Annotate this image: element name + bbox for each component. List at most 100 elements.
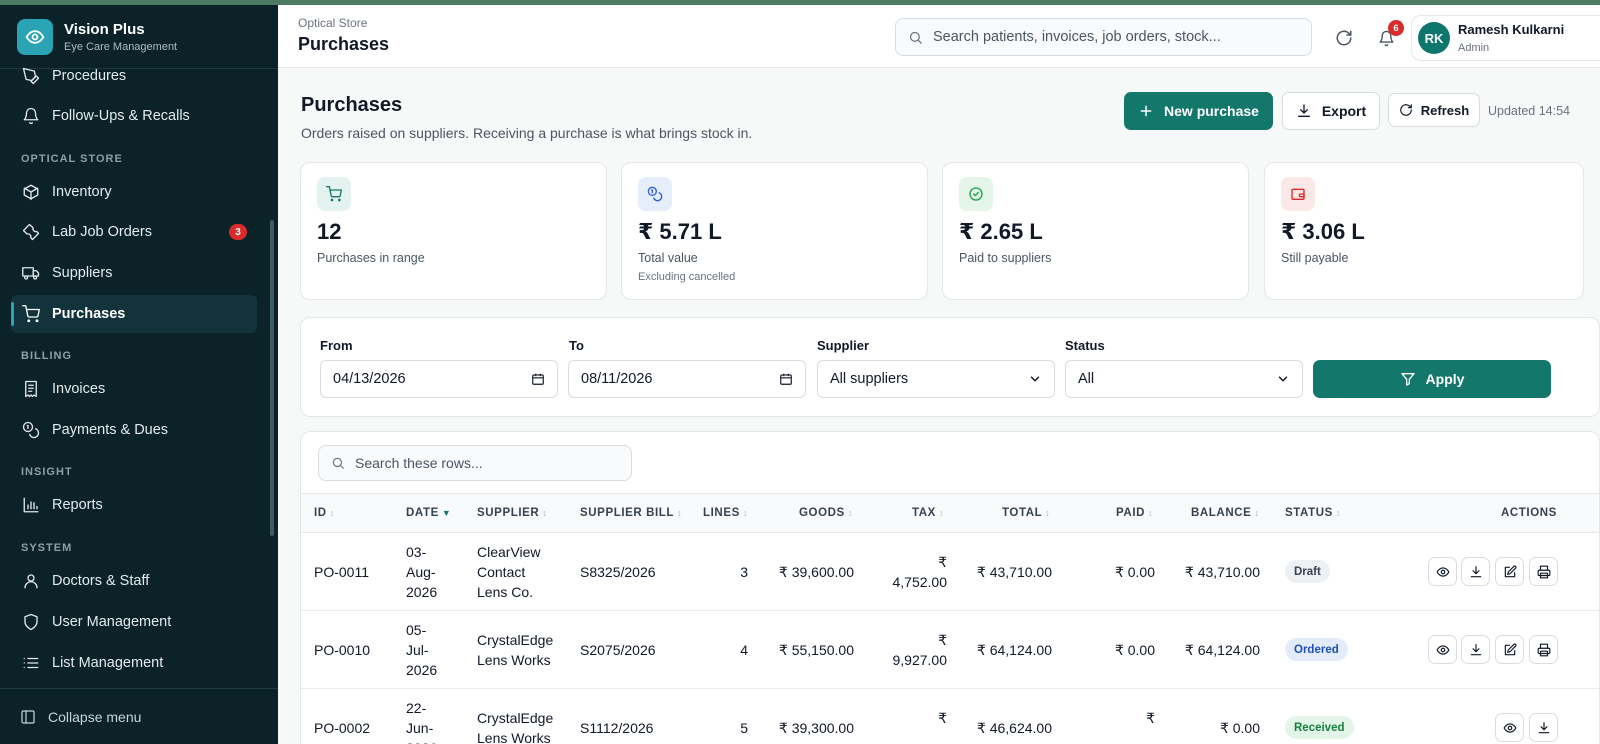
cell-lines: 5 [740, 720, 748, 736]
refresh-label: Refresh [1420, 102, 1470, 118]
col-header-lines[interactable]: LINES ↕ [703, 507, 748, 519]
sidebar-item-label: User Management [52, 614, 172, 630]
eye-icon [1436, 644, 1449, 655]
pen-tool-icon [22, 67, 40, 85]
col-header-paid[interactable]: PAID ↕ [1116, 507, 1153, 519]
download-button[interactable] [1461, 557, 1490, 586]
col-header-goods[interactable]: GOODS ↕ [799, 507, 853, 519]
cell-date: 05- Jul- 2026 [406, 622, 438, 678]
status-select[interactable]: All [1065, 360, 1303, 398]
user-name: Ramesh Kulkarni [1458, 22, 1565, 37]
view-button[interactable] [1428, 635, 1457, 664]
sidebar-item-label: Reports [52, 497, 103, 513]
chevron-down-icon [1278, 376, 1288, 382]
cell-supplier: CrystalEdge Lens Works [477, 710, 554, 744]
search-icon [332, 457, 344, 469]
bar-chart-icon [23, 497, 39, 513]
col-header-supplier-bill[interactable]: SUPPLIER BILL ↕ [580, 507, 682, 519]
edit-button[interactable] [1495, 557, 1524, 586]
download-button[interactable] [1461, 635, 1490, 664]
view-button[interactable] [1428, 557, 1457, 586]
table-search-input[interactable] [355, 455, 625, 471]
apply-label: Apply [1425, 371, 1465, 387]
table-search[interactable] [318, 445, 632, 481]
eye-logo-icon [17, 18, 53, 55]
print-button[interactable] [1529, 557, 1558, 586]
col-header-date[interactable]: DATE ▼ [406, 507, 451, 519]
print-button[interactable] [1529, 635, 1558, 664]
sidebar-item-label: Payments & Dues [52, 422, 169, 438]
view-button[interactable] [1495, 713, 1524, 742]
to-date-input[interactable]: 08/11/2026 [568, 360, 806, 398]
sidebar-item-doctors-staff[interactable]: Doctors & Staff [11, 562, 257, 600]
sidebar-toggle-icon [21, 709, 35, 724]
sidebar-item-suppliers[interactable]: Suppliers [11, 254, 257, 292]
sidebar-scrollbar[interactable] [270, 220, 274, 536]
stat-value: 12 [317, 219, 342, 244]
sidebar-item-lab-job-orders[interactable]: Lab Job Orders 3 [11, 213, 257, 251]
stat-label: Still payable [1281, 251, 1349, 265]
sidebar-item-label: Purchases [52, 306, 126, 322]
col-header-id[interactable]: ID ↕ [314, 507, 335, 519]
page-subtitle: Orders raised on suppliers. Receiving a … [301, 125, 753, 141]
cell-goods: ₹ 39,300.00 [778, 720, 854, 736]
user-menu[interactable]: RK Ramesh Kulkarni Admin [1411, 15, 1600, 61]
sidebar-item-purchases[interactable]: Purchases [11, 295, 257, 333]
filter-icon [1400, 373, 1415, 386]
supplier-select-value: All suppliers [830, 371, 909, 387]
stat-card-total-value: ₹ 5.71 L Total value Excluding cancelled [621, 162, 928, 300]
truck-icon [22, 267, 40, 280]
eye-icon [1436, 566, 1449, 577]
cell-balance: ₹ 64,124.00 [1184, 642, 1260, 658]
notifications-button[interactable]: 6 [1374, 20, 1404, 50]
check-circle-icon [959, 177, 993, 211]
stat-value: ₹ 5.71 L [638, 219, 722, 244]
sidebar-item-procedures[interactable]: Procedures [11, 57, 257, 95]
sidebar-item-follow-ups[interactable]: Follow-Ups & Recalls [11, 97, 257, 135]
sidebar-item-user-management[interactable]: User Management [11, 603, 257, 641]
col-header-supplier[interactable]: SUPPLIER ↕ [477, 507, 547, 519]
col-header-total[interactable]: TOTAL ↕ [1002, 507, 1050, 519]
col-header-balance[interactable]: BALANCE ↕ [1191, 507, 1260, 519]
edit-button[interactable] [1495, 635, 1524, 664]
download-button[interactable] [1529, 713, 1558, 742]
lab-orders-count-badge: 3 [229, 224, 247, 240]
export-button[interactable]: Export [1282, 92, 1380, 130]
apply-filters-button[interactable]: Apply [1313, 360, 1551, 398]
notification-count-badge: 6 [1388, 20, 1404, 36]
sidebar-item-payments-dues[interactable]: Payments & Dues [11, 411, 257, 449]
new-purchase-button[interactable]: New purchase [1124, 92, 1273, 130]
stat-label: Total value [638, 251, 698, 265]
cell-total: ₹ 43,710.00 [976, 564, 1052, 580]
sidebar-item-inventory[interactable]: Inventory [11, 173, 257, 211]
receipt-icon [25, 380, 37, 398]
purchases-table-card: ID↕ DATE▼ SUPPLIER↕ SUPPLIER BILL↕ LINES… [300, 431, 1600, 744]
table-row[interactable]: PO-0010 05- Jul- 2026 CrystalEdge Lens Work… [301, 611, 1599, 689]
status-label: Status [1065, 338, 1105, 353]
cell-goods: ₹ 55,150.00 [778, 642, 854, 658]
sidebar-item-label: Inventory [52, 184, 112, 200]
global-search[interactable] [895, 18, 1312, 56]
filters-panel: From 04/13/2026 To 08/11/2026 Supplier A… [300, 317, 1600, 417]
table-row[interactable]: PO-0002 22-Jun-2026 CrystalEdgeLens Work… [301, 689, 1599, 744]
sidebar-item-invoices[interactable]: Invoices [11, 370, 257, 408]
sidebar-item-reports[interactable]: Reports [11, 486, 257, 524]
col-header-tax[interactable]: TAX ↕ [912, 507, 944, 519]
edit-icon [1504, 643, 1516, 655]
col-header-status[interactable]: STATUS ↕ [1285, 507, 1341, 519]
stat-value: ₹ 3.06 L [1281, 219, 1365, 244]
supplier-select[interactable]: All suppliers [817, 360, 1055, 398]
cell-id: PO-0010 [314, 642, 371, 658]
cart-icon [317, 177, 351, 211]
cell-balance: ₹ 43,710.00 [1184, 564, 1260, 580]
refresh-page-button[interactable] [1332, 26, 1356, 50]
download-icon [1470, 565, 1481, 577]
box-icon [23, 184, 39, 201]
global-search-input[interactable] [933, 29, 1303, 45]
from-date-input[interactable]: 04/13/2026 [320, 360, 558, 398]
refresh-button[interactable]: Refresh [1388, 93, 1480, 127]
printer-icon [1537, 643, 1550, 656]
table-row[interactable]: PO-0011 03- Aug- 2026 ClearView Contact Lens… [301, 533, 1599, 611]
collapse-menu-button[interactable]: Collapse menu [0, 688, 278, 744]
sidebar-item-list-management[interactable]: List Management [11, 644, 257, 682]
